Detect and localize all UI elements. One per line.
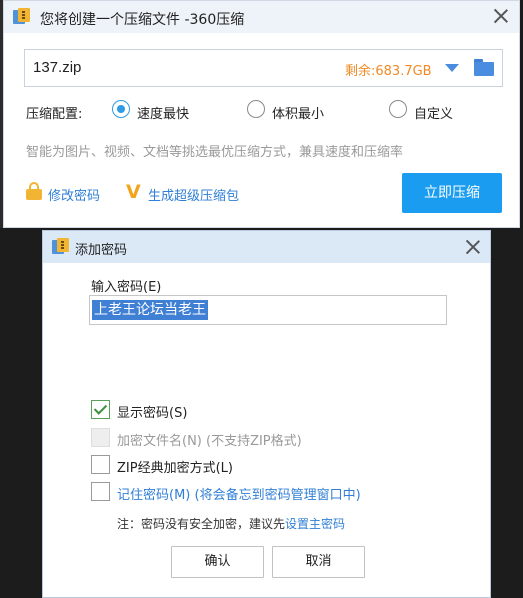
compress-now-button[interactable]: 立即压缩: [402, 173, 502, 213]
radio-custom[interactable]: [389, 100, 407, 118]
remember-password-checkbox[interactable]: [91, 482, 110, 501]
set-master-password-link[interactable]: 设置主密码: [285, 517, 345, 531]
config-label: 压缩配置:: [26, 107, 83, 122]
encrypt-filename-checkbox: [91, 428, 110, 447]
add-password-dialog: 添加密码 输入密码(E) 上老王论坛当老王 显示密码(S) 加密文件名(N) (…: [42, 230, 491, 598]
password-input[interactable]: 上老王论坛当老王: [89, 295, 447, 325]
dialog-title-bar: 添加密码: [43, 231, 490, 263]
note-text: 注：密码没有安全加密，建议先: [117, 517, 286, 531]
folder-icon[interactable]: [474, 59, 494, 77]
path-input[interactable]: [33, 59, 333, 76]
super-package-link[interactable]: V 生成超级压缩包: [126, 181, 256, 204]
compress-window: 您将创建一个压缩文件 -360压缩 剩余:683.7GB 压缩配置: 速度最快 …: [3, 0, 520, 228]
close-icon[interactable]: [466, 240, 480, 254]
super-package-label[interactable]: 生成超级压缩包: [148, 185, 239, 204]
encrypt-filename-label: 加密文件名(N) (不支持ZIP格式): [117, 434, 302, 449]
show-password-checkbox[interactable]: [91, 400, 110, 419]
radio-smallest[interactable]: [247, 100, 265, 118]
free-space-label: 剩余:683.7GB: [345, 64, 432, 79]
window-title: 您将创建一个压缩文件 -360压缩: [40, 12, 245, 28]
radio-fastest[interactable]: [112, 100, 130, 118]
title-bar: 您将创建一个压缩文件 -360压缩: [4, 1, 519, 33]
radio-fastest-label[interactable]: 速度最快: [137, 103, 189, 122]
change-password-label[interactable]: 修改密码: [48, 185, 100, 204]
archive-app-icon: [13, 8, 31, 24]
ok-button[interactable]: 确认: [171, 546, 264, 578]
cancel-button[interactable]: 取消: [272, 546, 365, 578]
zip-classic-checkbox[interactable]: [91, 455, 110, 474]
remember-password-label[interactable]: 记住密码(M) (将会备忘到密码管理窗口中): [117, 484, 361, 503]
v-icon: V: [126, 181, 141, 203]
dialog-title: 添加密码: [75, 243, 128, 258]
path-field[interactable]: 剩余:683.7GB: [24, 49, 503, 87]
compression-hint: 智能为图片、视频、文档等挑选最优压缩方式，兼具速度和压缩率: [26, 145, 404, 160]
radio-custom-label[interactable]: 自定义: [414, 103, 453, 122]
chevron-down-icon[interactable]: [445, 64, 459, 72]
zip-classic-label[interactable]: ZIP经典加密方式(L): [117, 457, 233, 476]
close-icon[interactable]: [494, 9, 508, 23]
password-value[interactable]: 上老王论坛当老王: [92, 300, 208, 320]
lock-icon: [26, 182, 42, 200]
show-password-label[interactable]: 显示密码(S): [117, 402, 187, 421]
password-label: 输入密码(E): [91, 280, 162, 295]
archive-app-icon: [52, 238, 70, 254]
security-note: 注：密码没有安全加密，建议先设置主密码: [117, 515, 345, 532]
radio-smallest-label[interactable]: 体积最小: [272, 103, 324, 122]
